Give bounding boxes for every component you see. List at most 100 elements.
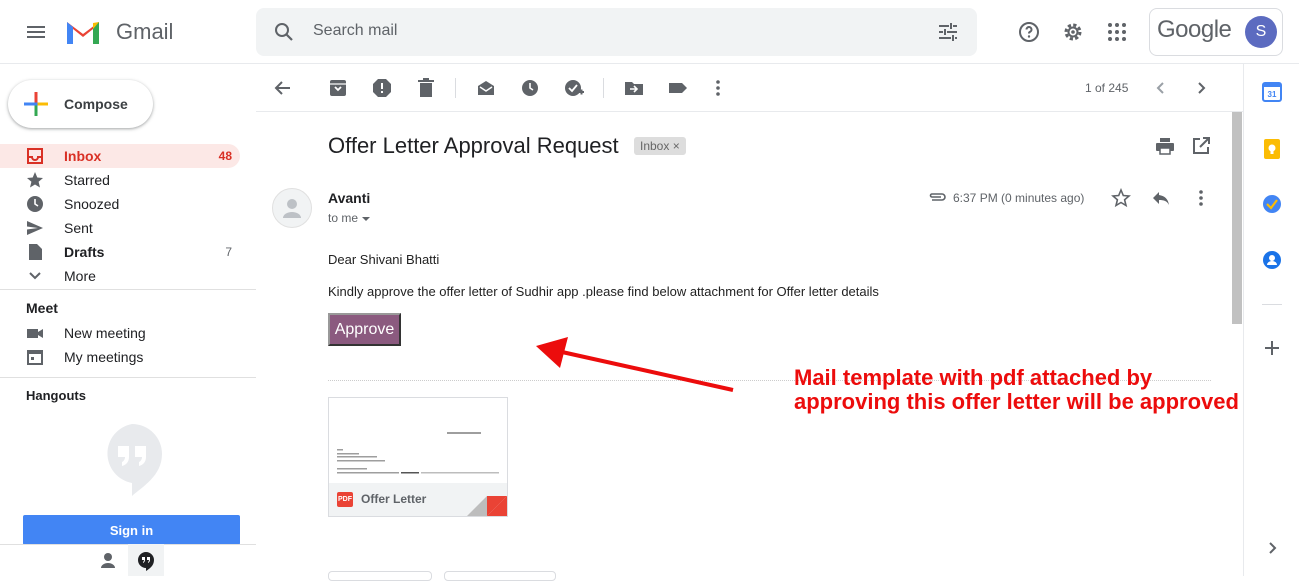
my-meetings-item[interactable]: My meetings xyxy=(0,345,240,369)
more-vert-icon[interactable] xyxy=(708,78,728,98)
sidebar-item-label: Starred xyxy=(64,172,110,188)
send-icon xyxy=(26,219,44,237)
annotation-text: Mail template with pdf attached by appro… xyxy=(794,366,1239,414)
meet-section-title: Meet xyxy=(26,300,58,316)
settings-gear-icon[interactable] xyxy=(1061,20,1085,44)
message-body: Kindly approve the offer letter of Sudhi… xyxy=(328,284,879,299)
sidebar-item-label: More xyxy=(64,268,96,284)
annotation-line-2: approving this offer letter will be appr… xyxy=(794,389,1239,414)
add-to-tasks-icon[interactable] xyxy=(564,78,584,98)
print-icon[interactable] xyxy=(1155,136,1175,156)
svg-text:31: 31 xyxy=(1268,90,1277,99)
sender-avatar[interactable] xyxy=(272,188,312,228)
attachment-preview-thumbnail xyxy=(329,398,507,483)
keep-app-icon[interactable] xyxy=(1262,138,1282,160)
message-more-vert-icon[interactable] xyxy=(1191,188,1211,208)
recipient-details[interactable]: to me xyxy=(328,211,371,225)
new-meeting-item[interactable]: New meeting xyxy=(0,321,240,345)
sidebar-item-more[interactable]: More xyxy=(0,264,240,288)
sidebar-item-label: Inbox xyxy=(64,148,102,164)
sidebar-item-label: Snoozed xyxy=(64,196,120,212)
open-in-new-window-icon[interactable] xyxy=(1191,136,1211,156)
compose-plus-icon xyxy=(24,92,48,116)
contacts-app-icon[interactable] xyxy=(1262,250,1282,270)
attachment-corner-fold xyxy=(467,496,507,516)
sidebar-divider xyxy=(0,289,256,290)
sidebar-item-sent[interactable]: Sent xyxy=(0,216,240,240)
google-apps-icon[interactable] xyxy=(1105,20,1129,44)
sidebar-item-snoozed[interactable]: Snoozed xyxy=(0,192,240,216)
star-icon xyxy=(26,171,44,189)
side-panel-divider xyxy=(1262,304,1282,305)
inbox-icon xyxy=(26,147,44,165)
archive-icon[interactable] xyxy=(328,78,348,98)
message-greeting: Dear Shivani Bhatti xyxy=(328,252,440,267)
report-spam-icon[interactable] xyxy=(372,78,392,98)
hangouts-tab[interactable] xyxy=(128,544,164,576)
search-input[interactable] xyxy=(313,22,913,40)
show-side-panel-chevron-icon[interactable] xyxy=(1263,539,1281,557)
hangouts-quote-icon xyxy=(101,423,163,497)
back-arrow-icon[interactable] xyxy=(273,78,293,98)
delete-trash-icon[interactable] xyxy=(416,78,436,98)
calendar-app-icon[interactable]: 31 xyxy=(1262,82,1282,102)
draft-icon xyxy=(26,243,44,261)
inbox-label-chip[interactable]: Inbox × xyxy=(634,137,686,155)
mark-unread-icon[interactable] xyxy=(476,78,496,98)
newer-chevron-left-icon[interactable] xyxy=(1151,78,1171,98)
label-chip-text: Inbox xyxy=(640,139,670,153)
account-avatar[interactable]: S xyxy=(1245,16,1277,48)
help-icon[interactable] xyxy=(1017,20,1041,44)
contacts-person-icon[interactable] xyxy=(96,549,120,571)
hangouts-signin-button[interactable]: Sign in xyxy=(23,515,240,545)
recipient-label: to me xyxy=(328,211,359,225)
scrollbar-thumb[interactable] xyxy=(1232,112,1242,324)
gmail-wordmark[interactable]: Gmail xyxy=(116,19,173,45)
sidebar-item-label: Sent xyxy=(64,220,93,236)
new-meeting-label: New meeting xyxy=(64,325,146,341)
sidebar-item-inbox[interactable]: Inbox 48 xyxy=(0,144,240,168)
calendar-icon xyxy=(26,348,44,366)
hangouts-section-title: Hangouts xyxy=(26,388,86,403)
search-icon[interactable] xyxy=(272,20,296,44)
sidebar-item-starred[interactable]: Starred xyxy=(0,168,240,192)
label-tag-icon[interactable] xyxy=(668,78,688,98)
approve-button[interactable]: Approve xyxy=(328,313,401,346)
pdf-file-icon: PDF xyxy=(337,492,353,507)
chevron-down-icon xyxy=(26,267,44,285)
my-meetings-label: My meetings xyxy=(64,349,144,365)
reply-chip[interactable] xyxy=(328,571,432,581)
toolbar-separator xyxy=(603,78,604,98)
draft-count: 7 xyxy=(225,245,232,259)
get-addons-plus-icon[interactable] xyxy=(1263,339,1281,357)
forward-chip[interactable] xyxy=(444,571,556,581)
remove-label-icon[interactable]: × xyxy=(673,139,680,153)
snooze-clock-icon[interactable] xyxy=(520,78,540,98)
move-to-icon[interactable] xyxy=(624,78,644,98)
annotation-arrow xyxy=(530,334,740,398)
message-timestamp: 6:37 PM (0 minutes ago) xyxy=(953,191,1085,205)
search-options-icon[interactable] xyxy=(936,20,960,44)
reply-icon[interactable] xyxy=(1151,188,1171,208)
compose-label: Compose xyxy=(64,96,128,112)
main-menu-icon[interactable] xyxy=(24,20,48,44)
attachment-filename[interactable]: Offer Letter xyxy=(361,492,426,506)
star-icon[interactable] xyxy=(1111,188,1131,208)
recipient-dropdown-icon[interactable] xyxy=(361,215,371,223)
page-count: 1 of 245 xyxy=(1085,81,1129,95)
sidebar-divider xyxy=(0,377,256,378)
annotation-line-1: Mail template with pdf attached by xyxy=(794,365,1153,390)
google-wordmark[interactable]: Google xyxy=(1157,16,1232,44)
attachment-paperclip-icon xyxy=(927,189,947,205)
clock-icon xyxy=(26,195,44,213)
sidebar-item-drafts[interactable]: Drafts 7 xyxy=(0,240,240,264)
older-chevron-right-icon[interactable] xyxy=(1191,78,1211,98)
sender-name[interactable]: Avanti xyxy=(328,190,370,206)
message-subject: Offer Letter Approval Request xyxy=(328,133,619,158)
toolbar-separator xyxy=(455,78,456,98)
gmail-logo-icon[interactable] xyxy=(65,18,101,46)
unread-count: 48 xyxy=(218,149,232,163)
videocam-icon xyxy=(26,324,44,342)
tasks-app-icon[interactable] xyxy=(1262,194,1282,214)
sidebar-item-label: Drafts xyxy=(64,244,105,260)
